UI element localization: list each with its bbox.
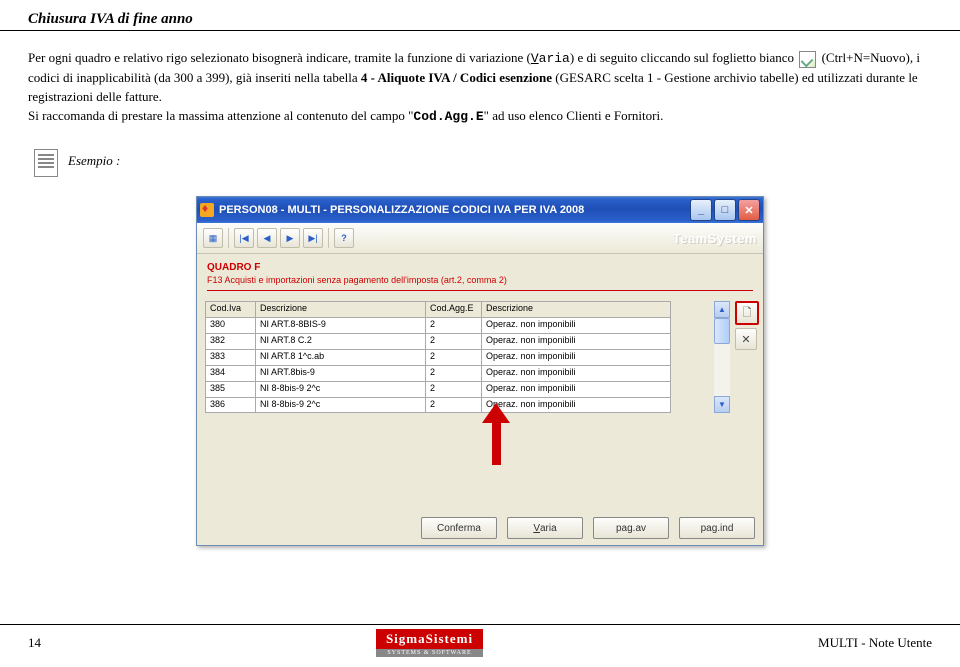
app-window: PERSON08 - MULTI - PERSONALIZZAZIONE COD… bbox=[196, 196, 764, 546]
app-icon bbox=[200, 203, 214, 217]
cell[interactable]: NI ART.8bis-9 bbox=[255, 365, 425, 381]
text-p2b: " ad uso elenco Clienti e Fornitori. bbox=[484, 108, 664, 123]
titlebar-text: PERSON08 - MULTI - PERSONALIZZAZIONE COD… bbox=[219, 204, 690, 216]
conferma-button[interactable]: Conferma bbox=[421, 517, 497, 539]
cell[interactable]: 2 bbox=[425, 317, 481, 333]
section-subtitle: F13 Acquisti e importazioni senza pagame… bbox=[207, 275, 753, 285]
cell[interactable]: Operaz. non imponibili bbox=[481, 381, 671, 397]
cell[interactable]: 2 bbox=[425, 333, 481, 349]
logo-text: SigmaSistemi bbox=[376, 629, 483, 649]
page-title: Chiusura IVA di fine anno bbox=[28, 11, 193, 27]
varia-button[interactable]: Varia bbox=[507, 517, 583, 539]
toolbar: ▦ |◀ ◀ ▶ ▶| ? TeamSystem bbox=[197, 223, 763, 254]
cell[interactable]: 383 bbox=[205, 349, 255, 365]
new-sheet-icon bbox=[799, 51, 816, 68]
brand-label: TeamSystem bbox=[673, 231, 757, 246]
body-paragraphs: Per ogni quadro e relativo rigo selezion… bbox=[0, 31, 960, 126]
add-row-button[interactable]: 🗋 bbox=[735, 301, 759, 325]
cell[interactable]: 2 bbox=[425, 349, 481, 365]
delete-row-button[interactable]: ✕ bbox=[735, 328, 757, 350]
cell[interactable]: NI ART.8-8BIS-9 bbox=[255, 317, 425, 333]
cell[interactable]: 382 bbox=[205, 333, 255, 349]
section-title: QUADRO F bbox=[207, 262, 753, 273]
cell[interactable]: NI ART.8 1^c.ab bbox=[255, 349, 425, 365]
col-header: Cod.Agg.E bbox=[425, 301, 481, 317]
example-icon bbox=[28, 144, 56, 178]
scroll-up-icon[interactable]: ▲ bbox=[714, 301, 730, 318]
sep bbox=[228, 228, 229, 248]
cell[interactable]: 385 bbox=[205, 381, 255, 397]
col-header: Cod.Iva bbox=[205, 301, 255, 317]
maximize-button[interactable]: □ bbox=[714, 199, 736, 221]
example-label: Esempio : bbox=[68, 153, 120, 169]
cell[interactable]: NI 8-8bis-9 2^c bbox=[255, 381, 425, 397]
cell[interactable]: Operaz. non imponibili bbox=[481, 365, 671, 381]
table-area: Cod.Iva Descrizione Cod.Agg.E Descrizion… bbox=[197, 297, 763, 423]
cell[interactable]: Operaz. non imponibili bbox=[481, 349, 671, 365]
col-header: Descrizione bbox=[481, 301, 671, 317]
cell[interactable]: Operaz. non imponibili bbox=[481, 333, 671, 349]
text-varia: Varia bbox=[531, 51, 570, 66]
text-p1a: Per ogni quadro e relativo rigo selezion… bbox=[28, 50, 531, 65]
cell[interactable]: NI ART.8 C.2 bbox=[255, 333, 425, 349]
footer-logo: SigmaSistemi SYSTEMS & SOFTWARE bbox=[376, 629, 483, 657]
cell[interactable]: NI 8-8bis-9 2^c bbox=[255, 397, 425, 413]
sep bbox=[328, 228, 329, 248]
nav-prev-icon[interactable]: ◀ bbox=[257, 228, 277, 248]
cell[interactable]: Operaz. non imponibili bbox=[481, 317, 671, 333]
scroll-thumb[interactable] bbox=[714, 318, 730, 344]
nav-last-icon[interactable]: ▶| bbox=[303, 228, 323, 248]
text-code: Cod.Agg.E bbox=[413, 109, 483, 124]
nav-next-icon[interactable]: ▶ bbox=[280, 228, 300, 248]
cell[interactable]: 386 bbox=[205, 397, 255, 413]
button-bar: Conferma Varia pag.av pag.ind bbox=[197, 511, 763, 545]
help-icon[interactable]: ? bbox=[334, 228, 354, 248]
titlebar: PERSON08 - MULTI - PERSONALIZZAZIONE COD… bbox=[197, 197, 763, 223]
minimize-button[interactable]: _ bbox=[690, 199, 712, 221]
cell[interactable]: 380 bbox=[205, 317, 255, 333]
cell[interactable]: 2 bbox=[425, 365, 481, 381]
logo-subtext: SYSTEMS & SOFTWARE bbox=[376, 649, 483, 657]
cell[interactable]: 2 bbox=[425, 381, 481, 397]
toolbar-new-icon[interactable]: ▦ bbox=[203, 228, 223, 248]
nav-first-icon[interactable]: |◀ bbox=[234, 228, 254, 248]
col-header: Descrizione bbox=[255, 301, 425, 317]
scroll-down-icon[interactable]: ▼ bbox=[714, 396, 730, 413]
text-bold-table: 4 - Aliquote IVA / Codici esenzione bbox=[361, 70, 552, 85]
page-number: 14 bbox=[28, 635, 41, 651]
table-grid: Cod.Iva Descrizione Cod.Agg.E Descrizion… bbox=[205, 301, 711, 413]
scrollbar-vertical[interactable]: ▲ ▼ bbox=[714, 301, 730, 413]
close-button[interactable]: ✕ bbox=[738, 199, 760, 221]
pagind-button[interactable]: pag.ind bbox=[679, 517, 755, 539]
text-p1b: ) e di seguito cliccando sul foglietto b… bbox=[570, 50, 794, 65]
cell[interactable]: Operaz. non imponibili bbox=[481, 397, 671, 413]
cell[interactable]: 384 bbox=[205, 365, 255, 381]
footer: 14 SigmaSistemi SYSTEMS & SOFTWARE MULTI… bbox=[0, 624, 960, 657]
pagav-button[interactable]: pag.av bbox=[593, 517, 669, 539]
text-p2a: Si raccomanda di prestare la massima att… bbox=[28, 108, 413, 123]
cell[interactable]: 2 bbox=[425, 397, 481, 413]
footer-right: MULTI - Note Utente bbox=[818, 635, 932, 651]
section-header: QUADRO F F13 Acquisti e importazioni sen… bbox=[197, 254, 763, 297]
